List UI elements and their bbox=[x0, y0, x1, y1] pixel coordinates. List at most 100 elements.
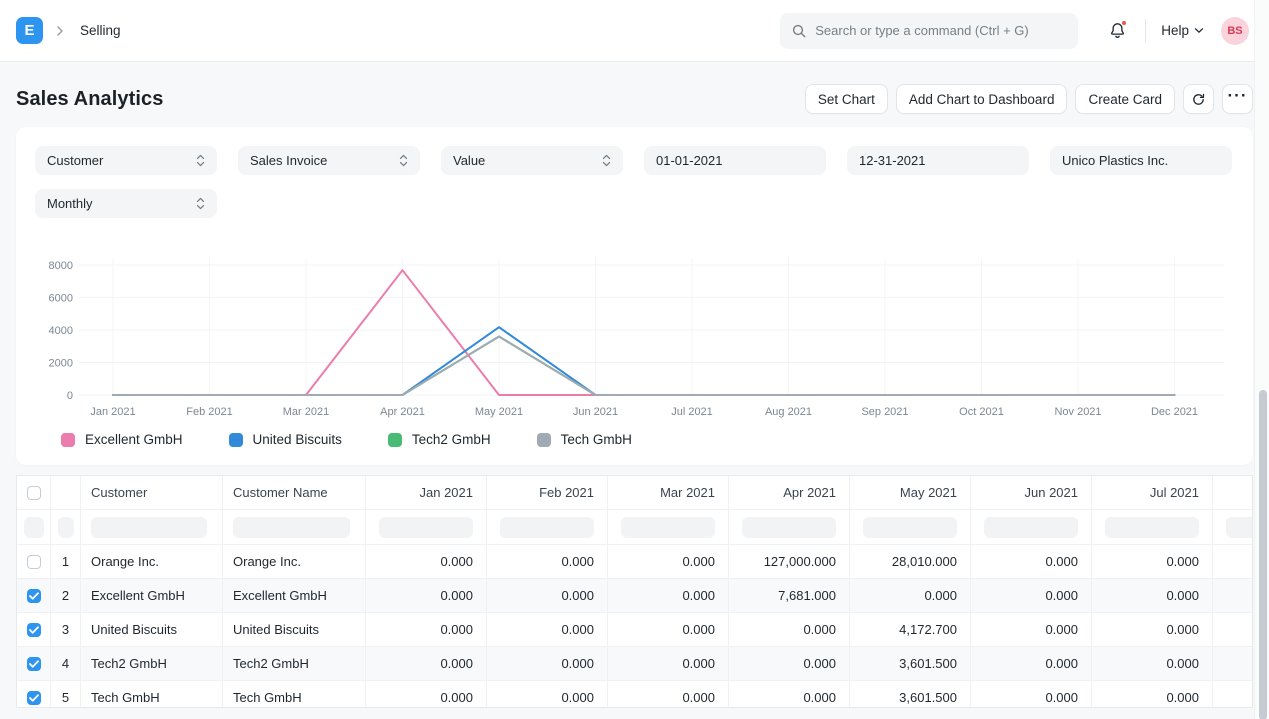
help-menu[interactable]: Help bbox=[1161, 23, 1204, 38]
cell-value[interactable]: 0.000 bbox=[1213, 613, 1253, 646]
cell-value[interactable]: 0.000 bbox=[366, 681, 487, 708]
cell-value[interactable]: 0.000 bbox=[1213, 681, 1253, 708]
create-card-button[interactable]: Create Card bbox=[1075, 84, 1175, 114]
cell-value[interactable]: 0.000 bbox=[608, 681, 729, 708]
page-scrollbar[interactable] bbox=[1254, 0, 1269, 719]
cell-value[interactable]: 0.000 bbox=[1092, 613, 1213, 646]
cell-customer[interactable]: United Biscuits bbox=[81, 613, 223, 646]
column-header[interactable]: Mar 2021 bbox=[608, 476, 729, 509]
filter-based-on[interactable]: Sales Invoice bbox=[238, 146, 420, 175]
global-search[interactable] bbox=[780, 13, 1078, 49]
search-input[interactable] bbox=[815, 23, 1067, 38]
cell-value[interactable]: 0.000 bbox=[487, 545, 608, 578]
column-header[interactable]: Jul 2021 bbox=[1092, 476, 1213, 509]
set-chart-button[interactable]: Set Chart bbox=[805, 84, 888, 114]
column-filter-input[interactable] bbox=[1105, 517, 1199, 538]
cell-value[interactable]: 0.000 bbox=[729, 681, 850, 708]
cell-value[interactable]: 0.000 bbox=[366, 647, 487, 680]
cell-value[interactable]: 0.000 bbox=[1092, 681, 1213, 708]
cell-value[interactable]: 0.000 bbox=[1092, 545, 1213, 578]
breadcrumb-selling[interactable]: Selling bbox=[80, 23, 121, 38]
cell-customer[interactable]: Tech GmbH bbox=[81, 681, 223, 708]
column-filter-input[interactable] bbox=[500, 517, 594, 538]
row-checkbox[interactable] bbox=[27, 555, 41, 569]
cell-value[interactable]: 3,601.500 bbox=[850, 681, 971, 708]
cell-value[interactable]: 0.000 bbox=[729, 647, 850, 680]
column-filter-input[interactable] bbox=[379, 517, 473, 538]
column-filter-input[interactable] bbox=[863, 517, 957, 538]
legend-item[interactable]: Excellent GmbH bbox=[61, 432, 183, 447]
filter-tree-type[interactable]: Customer bbox=[35, 146, 217, 175]
cell-value[interactable]: 0.000 bbox=[487, 647, 608, 680]
cell-value[interactable]: 0.000 bbox=[850, 579, 971, 612]
filter-from-date[interactable]: 01-01-2021 bbox=[644, 146, 826, 175]
cell-value[interactable]: 0.000 bbox=[366, 545, 487, 578]
column-filter-input[interactable] bbox=[742, 517, 836, 538]
select-all-checkbox[interactable] bbox=[27, 486, 41, 500]
menu-button[interactable]: ··· bbox=[1222, 84, 1253, 114]
cell-value[interactable]: 0.000 bbox=[366, 579, 487, 612]
column-header[interactable]: Jun 2021 bbox=[971, 476, 1092, 509]
cell-customer[interactable]: Orange Inc. bbox=[81, 545, 223, 578]
filter-to-date[interactable]: 12-31-2021 bbox=[847, 146, 1029, 175]
column-header[interactable]: Feb 2021 bbox=[487, 476, 608, 509]
filter-company[interactable]: Unico Plastics Inc. bbox=[1050, 146, 1232, 175]
cell-value[interactable]: 0.000 bbox=[608, 613, 729, 646]
column-filter-input[interactable] bbox=[621, 517, 715, 538]
cell-value[interactable]: 0.000 bbox=[729, 613, 850, 646]
add-chart-to-dashboard-button[interactable]: Add Chart to Dashboard bbox=[896, 84, 1068, 114]
cell-value[interactable]: 0.000 bbox=[971, 681, 1092, 708]
column-header[interactable]: Customer Name bbox=[223, 476, 366, 509]
column-header[interactable]: Aug 2021 bbox=[1213, 476, 1253, 509]
column-header[interactable]: Jan 2021 bbox=[366, 476, 487, 509]
legend-item[interactable]: United Biscuits bbox=[229, 432, 342, 447]
cell-value[interactable]: 0.000 bbox=[608, 579, 729, 612]
cell-value[interactable]: 0.000 bbox=[487, 681, 608, 708]
user-avatar[interactable]: BS bbox=[1221, 17, 1249, 45]
cell-value[interactable]: 0.000 bbox=[1092, 647, 1213, 680]
cell-value[interactable]: 0.000 bbox=[608, 545, 729, 578]
cell-value[interactable]: 0.000 bbox=[366, 613, 487, 646]
column-filter-input[interactable] bbox=[24, 517, 44, 538]
column-filter-input[interactable] bbox=[1226, 517, 1253, 538]
cell-value[interactable]: 0.000 bbox=[1213, 579, 1253, 612]
cell-value[interactable]: 4,172.700 bbox=[850, 613, 971, 646]
column-filter-input[interactable] bbox=[58, 517, 74, 538]
cell-value[interactable]: 0.000 bbox=[487, 579, 608, 612]
column-filter-input[interactable] bbox=[233, 517, 350, 538]
refresh-button[interactable] bbox=[1183, 84, 1214, 114]
cell-value[interactable]: 0.000 bbox=[971, 613, 1092, 646]
cell-value[interactable]: 127,000.000 bbox=[729, 545, 850, 578]
row-checkbox[interactable] bbox=[27, 691, 41, 705]
cell-customer-name[interactable]: Tech2 GmbH bbox=[223, 647, 366, 680]
cell-customer-name[interactable]: Excellent GmbH bbox=[223, 579, 366, 612]
app-logo-icon[interactable]: E bbox=[16, 17, 43, 44]
filter-value-quantity[interactable]: Value bbox=[441, 146, 623, 175]
row-checkbox[interactable] bbox=[27, 623, 41, 637]
column-filter-input[interactable] bbox=[91, 517, 207, 538]
legend-item[interactable]: Tech2 GmbH bbox=[388, 432, 491, 447]
column-filter-input[interactable] bbox=[984, 517, 1078, 538]
cell-customer[interactable]: Tech2 GmbH bbox=[81, 647, 223, 680]
cell-customer-name[interactable]: United Biscuits bbox=[223, 613, 366, 646]
cell-value[interactable]: 0.000 bbox=[487, 613, 608, 646]
cell-customer-name[interactable]: Orange Inc. bbox=[223, 545, 366, 578]
cell-value[interactable]: 0.000 bbox=[971, 579, 1092, 612]
cell-value[interactable]: 7,681.000 bbox=[729, 579, 850, 612]
cell-customer-name[interactable]: Tech GmbH bbox=[223, 681, 366, 708]
filter-range[interactable]: Monthly bbox=[35, 189, 217, 218]
cell-customer[interactable]: Excellent GmbH bbox=[81, 579, 223, 612]
notifications-button[interactable] bbox=[1106, 20, 1128, 42]
scrollbar-thumb[interactable] bbox=[1259, 390, 1267, 719]
cell-value[interactable]: 0.000 bbox=[1213, 647, 1253, 680]
cell-value[interactable]: 0.000 bbox=[608, 647, 729, 680]
legend-item[interactable]: Tech GmbH bbox=[537, 432, 632, 447]
cell-value[interactable]: 0.000 bbox=[971, 545, 1092, 578]
cell-value[interactable]: 0.000 bbox=[1213, 545, 1253, 578]
column-header[interactable]: May 2021 bbox=[850, 476, 971, 509]
cell-value[interactable]: 0.000 bbox=[1092, 579, 1213, 612]
cell-value[interactable]: 3,601.500 bbox=[850, 647, 971, 680]
cell-value[interactable]: 0.000 bbox=[971, 647, 1092, 680]
row-checkbox[interactable] bbox=[27, 657, 41, 671]
row-checkbox[interactable] bbox=[27, 589, 41, 603]
